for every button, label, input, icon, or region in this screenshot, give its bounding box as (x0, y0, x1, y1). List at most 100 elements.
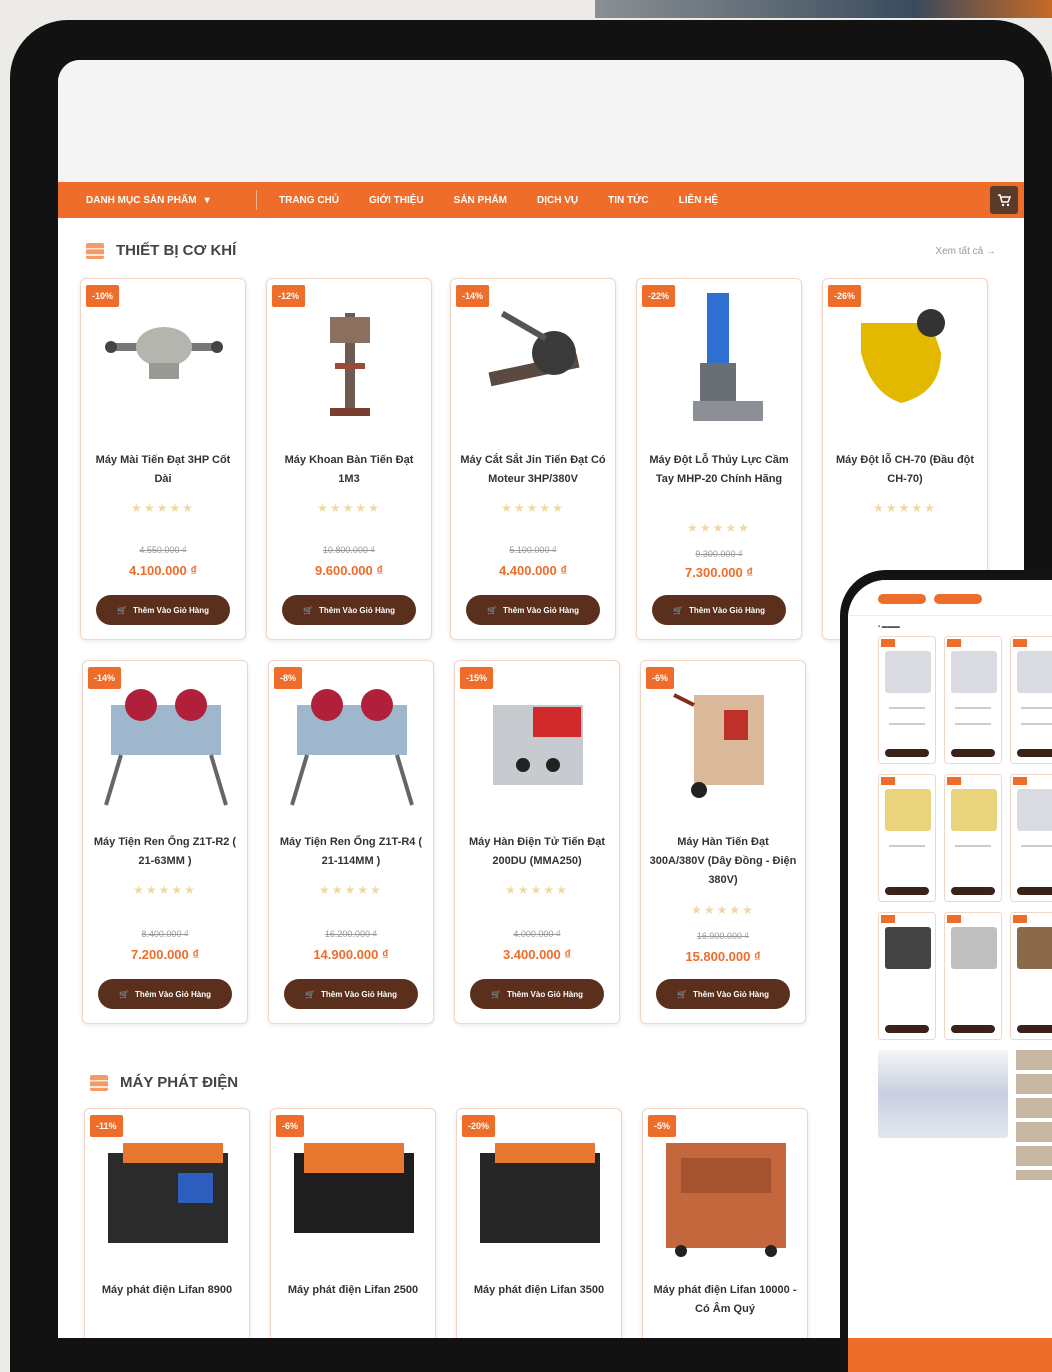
phone-product-card[interactable] (1010, 912, 1052, 1040)
old-price: 16.900.000 ₫ (696, 931, 750, 941)
discount-badge: -14% (456, 285, 490, 307)
phone-product-card[interactable] (878, 774, 936, 902)
discount-badge: -20% (462, 1115, 496, 1137)
button-label: Thêm Vào Giỏ Hàng (506, 989, 583, 999)
old-price: 4.000.000 ₫ (513, 929, 561, 939)
rating-stars: ★★★★★ (505, 883, 569, 897)
phone-product-card[interactable] (944, 636, 1002, 764)
product-name[interactable]: Máy Mài Tiến Đạt 3HP Cốt Dài (89, 451, 237, 489)
add-to-cart-button[interactable]: 🛒 Thêm Vào Giỏ Hàng (98, 979, 232, 1009)
nav-home[interactable]: TRANG CHỦ (279, 195, 339, 206)
cart-icon: 🛒 (119, 989, 129, 999)
phone-nav (848, 580, 1052, 616)
add-to-cart-button[interactable]: 🛒 Thêm Vào Giỏ Hàng (466, 595, 600, 625)
discount-badge: -14% (88, 667, 122, 689)
button-label: Thêm Vào Giỏ Hàng (688, 605, 765, 615)
discount-badge: -8% (274, 667, 303, 689)
button-label: Thêm Vào Giỏ Hàng (132, 605, 209, 615)
discount-badge: -22% (642, 285, 676, 307)
rating-stars: ★★★★★ (319, 883, 383, 897)
nav-products[interactable]: SẢN PHẨM (454, 195, 507, 206)
add-to-cart-button[interactable]: 🛒 Thêm Vào Giỏ Hàng (96, 595, 230, 625)
product-card[interactable]: -5% Máy phát điện Lifan 10000 - Có Âm Qu… (642, 1108, 808, 1338)
product-name[interactable]: Máy Tiện Ren Ống Z1T-R2 ( 21-63MM ) (91, 833, 239, 871)
add-to-cart-button[interactable]: 🛒 Thêm Vào Giỏ Hàng (470, 979, 604, 1009)
sale-price: 9.600.000 ₫ (314, 563, 384, 578)
section-heading-generators: MÁY PHÁT ĐIỆN (90, 1074, 238, 1091)
product-name[interactable]: Máy Hàn Điện Tử Tiến Đạt 200DU (MMA250) (463, 833, 611, 871)
sale-price: 4.400.000 ₫ (498, 563, 568, 578)
product-card[interactable]: -12% Máy Khoan Bàn Tiến Đạt 1M3 ★★★★★ 10… (266, 278, 432, 640)
product-name[interactable]: Máy phát điện Lifan 10000 - Có Âm Quý (651, 1281, 799, 1319)
phone-screen: ▪ ▬▬▬ (848, 580, 1052, 1372)
add-to-cart-button[interactable]: 🛒 Thêm Vào Giỏ Hàng (282, 595, 416, 625)
product-card[interactable]: -8% Máy Tiện Ren Ống Z1T-R4 ( 21-114MM )… (268, 660, 434, 1024)
product-name[interactable]: Máy Hàn Tiến Đạt 300A/380V (Dây Đồng - Đ… (649, 833, 797, 890)
phone-product-card[interactable] (944, 912, 1002, 1040)
phone-product-card[interactable] (1010, 774, 1052, 902)
rating-stars: ★★★★★ (131, 501, 195, 515)
nav-contact[interactable]: LIÊN HỆ (679, 195, 718, 206)
rating-stars: ★★★★★ (687, 521, 751, 535)
phone-product-row (848, 636, 1052, 764)
product-card[interactable]: -14% Máy Cắt Sắt Jin Tiến Đạt Có Moteur … (450, 278, 616, 640)
product-name[interactable]: Máy Cắt Sắt Jin Tiến Đạt Có Moteur 3HP/3… (459, 451, 607, 489)
sale-price: 3.400.000 ₫ (502, 947, 572, 962)
sale-price: 14.900.000 ₫ (313, 947, 389, 962)
product-name[interactable]: Máy phát điện Lifan 8900 (93, 1281, 241, 1300)
section-icon (86, 242, 104, 259)
phone-device: ▪ ▬▬▬ (840, 570, 1052, 1372)
cart-button[interactable] (990, 186, 1018, 214)
product-name[interactable]: Máy phát điện Lifan 3500 (465, 1281, 613, 1300)
phone-product-card[interactable] (878, 636, 936, 764)
product-name[interactable]: Máy Đột Lỗ Thủy Lực Cầm Tay MHP-20 Chính… (645, 451, 793, 489)
product-name[interactable]: Máy Đột lỗ CH-70 (Đầu đột CH-70) (831, 451, 979, 489)
phone-product-card[interactable] (1010, 636, 1052, 764)
product-name[interactable]: Máy Tiện Ren Ống Z1T-R4 ( 21-114MM ) (277, 833, 425, 871)
nav-about[interactable]: GIỚI THIỆU (369, 195, 424, 206)
product-card[interactable]: -6% Máy Hàn Tiến Đạt 300A/380V (Dây Đồng… (640, 660, 806, 1024)
product-name[interactable]: Máy Khoan Bàn Tiến Đạt 1M3 (275, 451, 423, 489)
product-card[interactable]: -6% Máy phát điện Lifan 2500 (270, 1108, 436, 1338)
product-card[interactable]: -11% Máy phát điện Lifan 8900 (84, 1108, 250, 1338)
add-to-cart-button[interactable]: 🛒 Thêm Vào Giỏ Hàng (656, 979, 790, 1009)
button-label: Thêm Vào Giỏ Hàng (134, 989, 211, 999)
product-card[interactable]: -15% Máy Hàn Điện Tử Tiến Đạt 200DU (MMA… (454, 660, 620, 1024)
nav-news[interactable]: TIN TỨC (608, 195, 649, 206)
phone-product-card[interactable] (878, 912, 936, 1040)
discount-badge: -26% (828, 285, 862, 307)
background-photo (595, 0, 1052, 18)
discount-badge: -6% (276, 1115, 305, 1137)
button-label: Thêm Vào Giỏ Hàng (502, 605, 579, 615)
old-price: 4.550.000 ₫ (139, 545, 187, 555)
product-card[interactable]: -22% Máy Đột Lỗ Thủy Lực Cầm Tay MHP-20 … (636, 278, 802, 640)
product-card[interactable]: -10% Máy Mài Tiến Đạt 3HP Cốt Dài ★★★★★ … (80, 278, 246, 640)
news-list[interactable] (1016, 1050, 1052, 1180)
add-to-cart-button[interactable]: 🛒 Thêm Vào Giỏ Hàng (652, 595, 786, 625)
phone-section-title: ▪ ▬▬▬ (878, 624, 900, 630)
product-card[interactable]: -20% Máy phát điện Lifan 3500 (456, 1108, 622, 1338)
phone-news-block (878, 1050, 1052, 1180)
cart-icon: 🛒 (487, 605, 497, 615)
rating-stars: ★★★★★ (317, 501, 381, 515)
discount-badge: -5% (648, 1115, 677, 1137)
product-name[interactable]: Máy phát điện Lifan 2500 (279, 1281, 427, 1300)
add-to-cart-button[interactable]: 🛒 Thêm Vào Giỏ Hàng (284, 979, 418, 1009)
discount-badge: -11% (90, 1115, 123, 1137)
category-label: DANH MỤC SẢN PHẨM (86, 194, 197, 206)
view-all-label: Xem tất cả (935, 246, 984, 257)
old-price: 16.200.000 ₫ (324, 929, 378, 939)
news-image[interactable] (878, 1050, 1008, 1138)
cart-icon: 🛒 (673, 605, 683, 615)
section-title: THIẾT BỊ CƠ KHÍ (116, 242, 237, 259)
nav-divider (256, 190, 257, 210)
discount-badge: -10% (86, 285, 120, 307)
arrow-right-icon: → (986, 246, 996, 257)
discount-badge: -15% (460, 667, 494, 689)
view-all-link[interactable]: Xem tất cả → (935, 246, 996, 257)
nav-services[interactable]: DỊCH VỤ (537, 195, 578, 206)
product-card[interactable]: -14% Máy Tiện Ren Ống Z1T-R2 ( 21-63MM )… (82, 660, 248, 1024)
cart-icon: 🛒 (305, 989, 315, 999)
phone-product-card[interactable] (944, 774, 1002, 902)
category-menu[interactable]: DANH MỤC SẢN PHẨM ▾ (58, 195, 256, 206)
